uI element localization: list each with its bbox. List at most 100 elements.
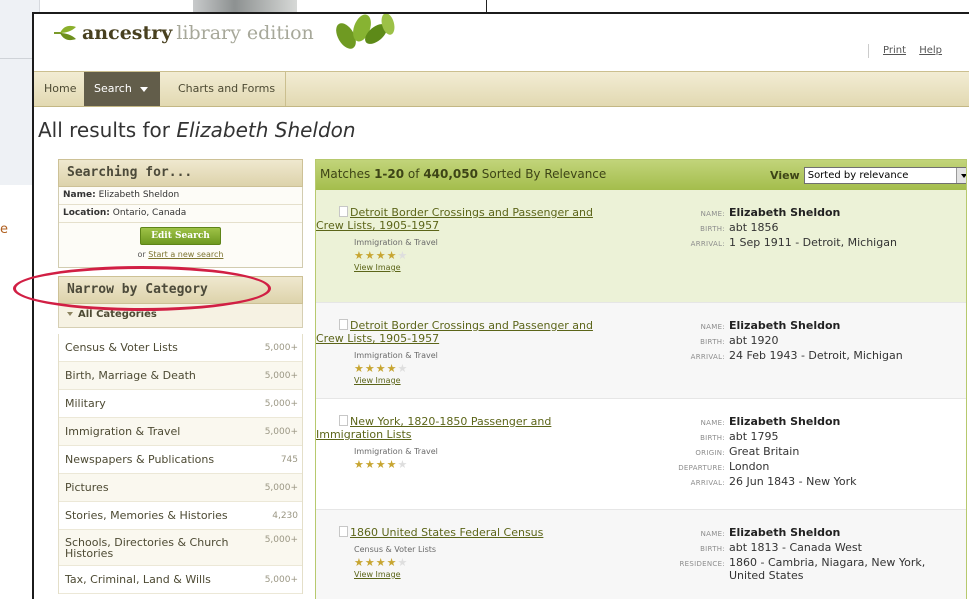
new-search-line: or Start a new search [59, 250, 302, 259]
nav-search-tab[interactable]: Search [84, 72, 160, 106]
document-icon [339, 415, 348, 426]
results-header: Matches 1-20 of 440,050 Sorted By Releva… [316, 160, 966, 190]
expand-triangle-icon [67, 312, 73, 316]
star-icon: ★★★★ [354, 458, 398, 471]
result-category: Immigration & Travel [354, 238, 438, 247]
result-row: New York, 1820-1850 Passenger and Immigr… [316, 399, 966, 510]
quality-stars: ★★★★★ [354, 249, 606, 262]
category-item[interactable]: Schools, Directories & Church Histories 5… [59, 530, 302, 566]
header-links: Print Help [883, 45, 952, 56]
category-label: Birth, Marriage & Death [65, 369, 196, 382]
logo-text-main: ancestry [82, 22, 173, 44]
category-label: Military [65, 397, 106, 410]
star-icon: ★★★★ [354, 249, 398, 262]
chevron-down-icon [139, 86, 148, 92]
background-photo-strip [193, 0, 297, 12]
nav-charts-tab[interactable]: Charts and Forms [168, 72, 287, 106]
edit-search-button[interactable]: Edit Search [140, 227, 221, 245]
sort-select[interactable]: Sorted by relevance [803, 167, 966, 184]
detail-key: BIRTH: [700, 338, 725, 346]
category-item[interactable]: Military 5,000+ [59, 390, 302, 418]
sort-select-value: Sorted by relevance [807, 170, 909, 181]
result-record: Detroit Border Crossings and Passenger a… [316, 319, 606, 385]
quality-stars: ★★★★★ [354, 458, 606, 471]
result-title-link[interactable]: Detroit Border Crossings and Passenger a… [316, 319, 606, 345]
detail-row: ARRIVAL: 1 Sep 1911 - Detroit, Michigan [644, 236, 964, 251]
category-count: 5,000+ [264, 483, 298, 493]
category-count: 4,230 [272, 511, 298, 521]
document-icon [339, 319, 348, 330]
detail-value: 26 Jun 1843 - New York [729, 475, 857, 488]
view-image-link[interactable]: View Image [354, 263, 606, 272]
result-title-link[interactable]: 1860 United States Federal Census [316, 526, 606, 539]
header-divider [868, 44, 869, 58]
result-category: Immigration & Travel [354, 351, 438, 360]
logo-text-sub: library edition [176, 22, 314, 44]
site-logo[interactable]: ancestry library edition [52, 22, 314, 44]
view-label: View [770, 169, 800, 182]
category-label: Pictures [65, 481, 109, 494]
match-count: Matches 1-20 of 440,050 Sorted By Releva… [320, 167, 606, 181]
category-item[interactable]: Immigration & Travel 5,000+ [59, 418, 302, 446]
detail-key: RESIDENCE: [679, 560, 725, 568]
category-item[interactable]: Birth, Marriage & Death 5,000+ [59, 362, 302, 390]
main-nav: Home Search Charts and Forms [34, 71, 969, 107]
category-label: Schools, Directories & Church Histories [65, 535, 229, 560]
result-details: NAME: Elizabeth Sheldon BIRTH: abt 1856 AR… [644, 206, 964, 251]
search-summary: Name: Elizabeth Sheldon Location: Ontari… [58, 187, 303, 268]
help-link[interactable]: Help [919, 45, 942, 56]
result-row: 1860 United States Federal Census Census… [316, 510, 966, 599]
detail-value: Elizabeth Sheldon [729, 526, 841, 539]
criteria-label: Name: [63, 190, 96, 200]
matches-of: of [404, 167, 424, 181]
matches-range: 1-20 [374, 167, 405, 181]
page-title-prefix: All results for [38, 118, 177, 142]
category-item[interactable]: Tax, Criminal, Land & Wills 5,000+ [59, 566, 302, 594]
result-title-link[interactable]: Detroit Border Crossings and Passenger a… [316, 206, 606, 232]
category-item[interactable]: Census & Voter Lists 5,000+ [59, 334, 302, 362]
result-title-link[interactable]: New York, 1820-1850 Passenger and Immigr… [316, 415, 606, 441]
background-divider [486, 0, 487, 12]
print-link[interactable]: Print [883, 45, 906, 56]
category-label: Newspapers & Publications [65, 453, 215, 466]
detail-key: ARRIVAL: [690, 479, 725, 487]
detail-key: ORIGIN: [695, 449, 725, 457]
category-count: 5,000+ [264, 427, 298, 437]
detail-value: Elizabeth Sheldon [729, 206, 841, 219]
detail-value: Elizabeth Sheldon [729, 415, 841, 428]
category-count: 5,000+ [264, 399, 298, 409]
new-search-link[interactable]: Start a new search [148, 250, 223, 259]
page-title-query: Elizabeth Sheldon [176, 118, 356, 142]
detail-row: BIRTH: abt 1813 - Canada West [644, 541, 964, 556]
detail-key: NAME: [700, 210, 725, 218]
detail-key: BIRTH: [700, 225, 725, 233]
result-category: Census & Voter Lists [354, 545, 437, 554]
detail-value: abt 1920 [729, 334, 779, 347]
nav-home-tab[interactable]: Home [34, 72, 88, 106]
detail-key: BIRTH: [700, 434, 725, 442]
category-label: Stories, Memories & Histories [65, 509, 228, 522]
site-header: ancestry library edition Print Help [34, 14, 969, 69]
category-item[interactable]: Pictures 5,000+ [59, 474, 302, 502]
matches-total: 440,050 [423, 167, 478, 181]
detail-row: DEPARTURE: London [644, 460, 964, 475]
left-sidebar: Searching for... Name: Elizabeth Sheldon… [58, 159, 303, 594]
detail-row: NAME: Elizabeth Sheldon [644, 319, 964, 334]
category-label: Immigration & Travel [65, 425, 181, 438]
category-count: 5,000+ [264, 371, 298, 381]
dropdown-arrow-icon [955, 168, 966, 183]
result-row: Detroit Border Crossings and Passenger a… [316, 190, 966, 303]
category-item[interactable]: Stories, Memories & Histories 4,230 [59, 502, 302, 530]
view-control: View Sorted by relevance [770, 167, 966, 184]
detail-value: Elizabeth Sheldon [729, 319, 841, 332]
category-item[interactable]: Newspapers & Publications 745 [59, 446, 302, 474]
view-image-link[interactable]: View Image [354, 376, 606, 385]
detail-key: DEPARTURE: [678, 464, 725, 472]
star-empty-icon: ★ [397, 362, 409, 375]
result-record: 1860 United States Federal Census Census… [316, 526, 606, 579]
detail-value: abt 1813 - Canada West [729, 541, 862, 554]
quality-stars: ★★★★★ [354, 362, 606, 375]
view-image-link[interactable]: View Image [354, 570, 606, 579]
search-criteria-row: Location: Ontario, Canada [59, 205, 302, 223]
detail-value: 1860 - Cambria, Niagara, New York, Unite… [729, 556, 926, 582]
